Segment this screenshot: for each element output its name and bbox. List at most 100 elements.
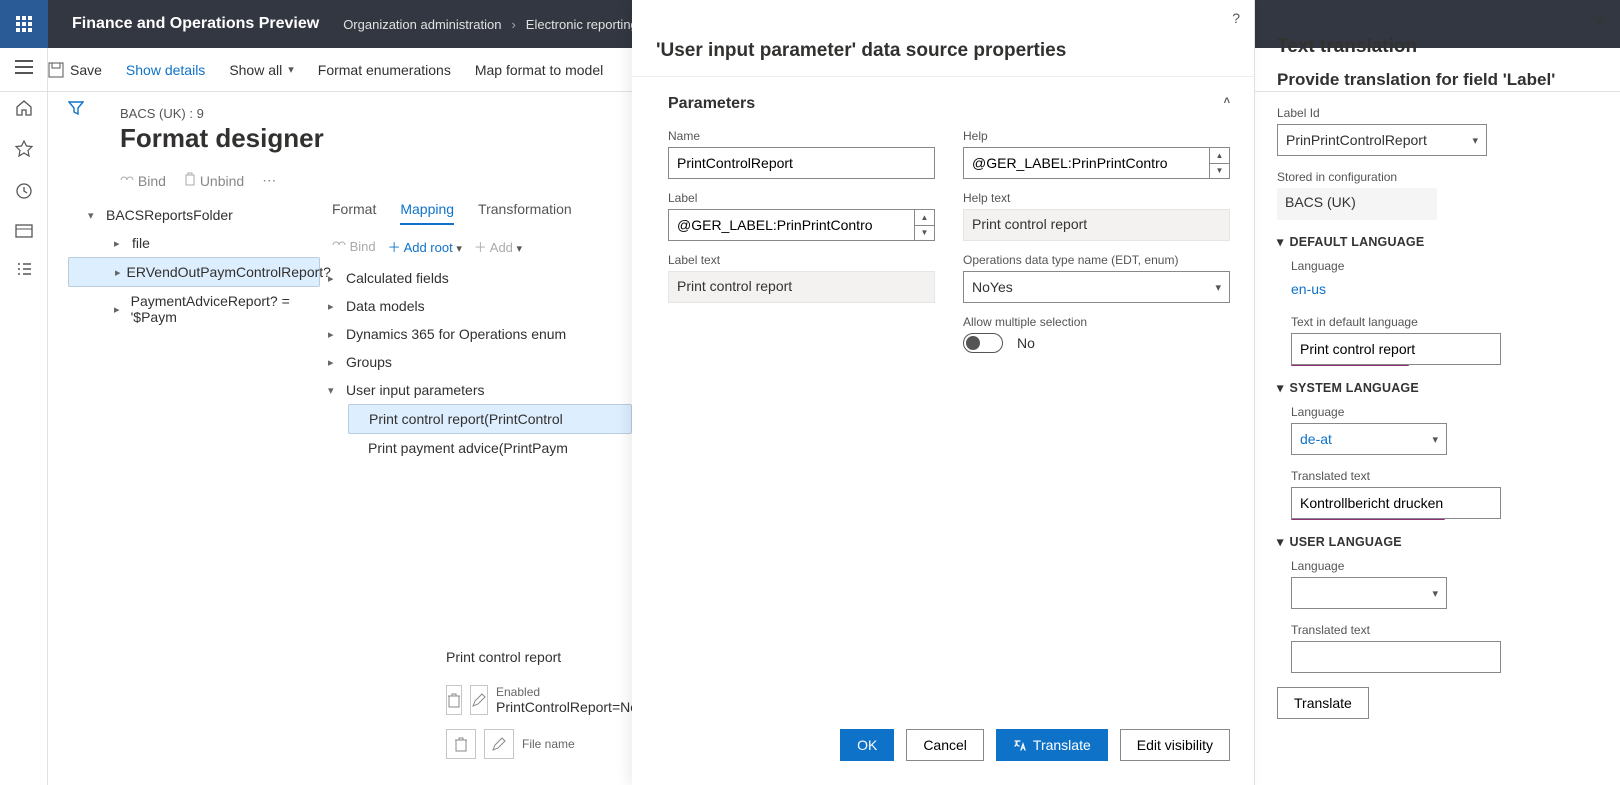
- helptext-label: Help text: [963, 191, 1230, 205]
- tab-transformation[interactable]: Transformation: [478, 201, 572, 225]
- tree-node-d365[interactable]: ▸Dynamics 365 for Operations enum: [328, 320, 632, 348]
- close-icon[interactable]: ✕: [1593, 12, 1606, 32]
- user-translated-text-field: Translated text: [1291, 623, 1602, 673]
- save-button[interactable]: Save: [48, 62, 102, 78]
- bind-button-2[interactable]: Bind: [332, 239, 376, 254]
- tree-label: file: [132, 235, 150, 251]
- name-input[interactable]: [668, 147, 935, 179]
- spin-down-icon[interactable]: ▼: [915, 226, 934, 241]
- tree-node-calculated[interactable]: ▸Calculated fields: [328, 264, 632, 292]
- system-language-select[interactable]: de-at ▾: [1291, 423, 1447, 455]
- user-language-select[interactable]: ▾: [1291, 577, 1447, 609]
- tree-node-root[interactable]: ▾BACSReportsFolder: [68, 201, 320, 229]
- section-system-language[interactable]: ▾SYSTEM LANGUAGE: [1277, 380, 1602, 395]
- label-input[interactable]: [668, 209, 915, 241]
- save-label: Save: [70, 62, 102, 78]
- help-input[interactable]: [963, 147, 1210, 179]
- system-language-value: de-at: [1300, 431, 1332, 447]
- spin-down-icon[interactable]: ▼: [1210, 164, 1229, 179]
- caret-right-icon: ▸: [328, 328, 340, 341]
- filter-icon[interactable]: [68, 100, 84, 116]
- app-launcher-icon[interactable]: [0, 0, 48, 48]
- bind-button[interactable]: Bind: [120, 173, 166, 189]
- default-text-field: Text in default language: [1291, 315, 1602, 366]
- chevron-down-icon: ▾: [1472, 134, 1478, 147]
- edt-field: Operations data type name (EDT, enum) No…: [963, 253, 1230, 303]
- translated-text-label: Translated text: [1291, 623, 1602, 637]
- tree-node-payment[interactable]: ▸PaymentAdviceReport? = '$Paym: [68, 287, 320, 331]
- tree-node-datamodels[interactable]: ▸Data models: [328, 292, 632, 320]
- parameters-section-header[interactable]: Parameters ˄: [632, 77, 1254, 119]
- add-button[interactable]: ＋ Add ▾: [474, 237, 522, 256]
- translation-subtitle: Provide translation for field 'Label': [1277, 70, 1602, 106]
- allow-multi-label: Allow multiple selection: [963, 315, 1230, 329]
- chevron-right-icon: ›: [511, 17, 515, 32]
- tree-node-file[interactable]: ▸ file: [68, 229, 320, 257]
- page-title: Format designer: [120, 123, 624, 154]
- labelid-select[interactable]: PrinPrintControlReport▾: [1277, 124, 1487, 156]
- caret-right-icon: ▸: [114, 303, 125, 316]
- allow-multi-value: No: [1017, 335, 1035, 351]
- star-icon[interactable]: [15, 140, 33, 158]
- translated-text-input[interactable]: [1291, 487, 1501, 519]
- show-details-button[interactable]: Show details: [126, 62, 205, 78]
- tree-node-userinput[interactable]: ▾User input parameters: [328, 376, 632, 404]
- breadcrumb-1[interactable]: Organization administration: [343, 17, 501, 32]
- bind-label: Bind: [350, 239, 376, 254]
- show-all-button[interactable]: Show all ▾: [229, 62, 293, 78]
- translated-text-field: Translated text: [1291, 469, 1602, 520]
- tab-mapping[interactable]: Mapping: [400, 201, 454, 225]
- translate-button[interactable]: Translate: [996, 729, 1108, 761]
- translate-button[interactable]: Translate: [1277, 687, 1369, 719]
- tab-format[interactable]: Format: [332, 201, 376, 225]
- spinner[interactable]: ▲▼: [1210, 147, 1230, 179]
- menu-icon[interactable]: [15, 60, 33, 74]
- add-root-button[interactable]: ＋ Add root ▾: [388, 237, 462, 256]
- chevron-down-icon: ▾: [1432, 433, 1438, 446]
- map-format-button[interactable]: Map format to model: [475, 62, 603, 78]
- format-tree: ▾BACSReportsFolder ▸ file ▸ERVendOutPaymC…: [60, 201, 320, 462]
- allow-multi-toggle[interactable]: [963, 333, 1003, 353]
- delete-icon[interactable]: [446, 729, 476, 759]
- show-all-label: Show all: [229, 62, 282, 78]
- recent-icon[interactable]: [15, 182, 33, 200]
- caret-down-icon: ▾: [1277, 234, 1283, 249]
- workspace-icon[interactable]: [15, 224, 33, 238]
- tree-node-groups[interactable]: ▸Groups: [328, 348, 632, 376]
- cancel-button[interactable]: Cancel: [906, 729, 984, 761]
- tree-node-print-control[interactable]: Print control report(PrintControl: [348, 404, 632, 434]
- tree-node-ervend[interactable]: ▸ERVendOutPaymControlReport?: [68, 257, 320, 287]
- delete-icon[interactable]: [446, 685, 462, 715]
- edit-icon[interactable]: [470, 685, 488, 715]
- section-user-language[interactable]: ▾USER LANGUAGE: [1277, 534, 1602, 549]
- edt-select[interactable]: NoYes▾: [963, 271, 1230, 303]
- home-icon[interactable]: [15, 98, 33, 116]
- tree-label: Print payment advice(PrintPaym: [368, 440, 568, 456]
- default-text-label: Text in default language: [1291, 315, 1602, 329]
- section-default-language[interactable]: ▾DEFAULT LANGUAGE: [1277, 234, 1602, 249]
- format-enumerations-button[interactable]: Format enumerations: [318, 62, 451, 78]
- spin-up-icon[interactable]: ▲: [1210, 148, 1229, 164]
- binding-details: Print control report Enabled PrintContro…: [438, 637, 632, 785]
- tree-label: User input parameters: [346, 382, 485, 398]
- default-text-input[interactable]: [1291, 333, 1501, 365]
- edit-visibility-button[interactable]: Edit visibility: [1120, 729, 1230, 761]
- tree-node-print-payment[interactable]: Print payment advice(PrintPaym: [348, 434, 632, 462]
- caret-right-icon: ▸: [114, 237, 126, 250]
- edit-icon[interactable]: [484, 729, 514, 759]
- caret-down-icon: ▾: [1277, 380, 1283, 395]
- caret-right-icon: ▸: [328, 356, 340, 369]
- user-language-field: Language ▾: [1291, 559, 1602, 609]
- ok-button[interactable]: OK: [840, 729, 894, 761]
- mapping-toolbar: Bind ＋ Add root ▾ ＋ Add ▾: [328, 233, 632, 264]
- labelid-label: Label Id: [1277, 106, 1602, 120]
- help-icon[interactable]: ?: [1232, 10, 1240, 26]
- labelid-field: Label Id PrinPrintControlReport▾: [1277, 106, 1602, 156]
- user-translated-text-input[interactable]: [1291, 641, 1501, 673]
- spin-up-icon[interactable]: ▲: [915, 210, 934, 226]
- breadcrumb-2[interactable]: Electronic reporting: [526, 17, 638, 32]
- list-icon[interactable]: [15, 262, 33, 276]
- unbind-button[interactable]: Unbind: [184, 172, 244, 189]
- more-icon[interactable]: ⋯: [262, 172, 276, 189]
- spinner[interactable]: ▲▼: [915, 209, 935, 241]
